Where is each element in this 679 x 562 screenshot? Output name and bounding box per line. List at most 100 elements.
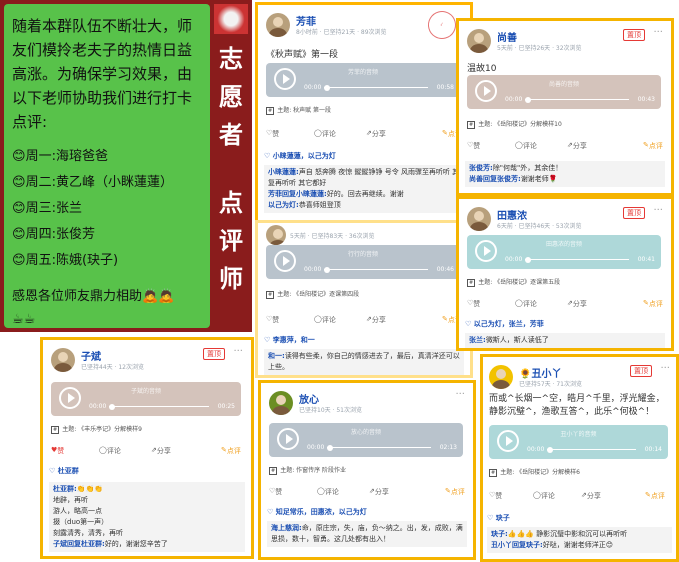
review-button[interactable]: ✎ 点评 xyxy=(442,129,462,138)
comment[interactable]: 游人，略高一点 xyxy=(53,506,241,517)
share-button[interactable]: ⇗ 分享 xyxy=(366,129,386,138)
post-card[interactable]: 子斌 已坚持44天 · 12次浏览 置顶 ··· 子斌的音频 00:00 00:… xyxy=(40,337,254,559)
comment-button[interactable]: ◯ 评论 xyxy=(99,446,121,455)
post-card[interactable]: 田惠浓 6天前 · 已坚持46天 · 53次浏览 置顶 ··· 田惠浓的音频 0… xyxy=(456,196,674,351)
topic-tag[interactable]: # 主题: 《丰乐亭记》分解模样9 xyxy=(51,424,142,434)
comment-button[interactable]: ◯ 评论 xyxy=(533,491,555,500)
progress-handle[interactable] xyxy=(327,445,333,451)
share-button[interactable]: ⇗ 分享 xyxy=(567,141,587,150)
avatar[interactable] xyxy=(467,207,491,231)
avatar[interactable] xyxy=(51,348,75,372)
audio-player[interactable]: 田惠浓的音频 00:00 00:41 xyxy=(467,235,661,269)
share-button[interactable]: ⇗ 分享 xyxy=(581,491,601,500)
avatar[interactable] xyxy=(489,365,513,389)
like-button[interactable]: ♡ 赞 xyxy=(266,129,279,138)
more-icon[interactable]: ··· xyxy=(455,389,465,400)
progress-handle[interactable] xyxy=(547,447,553,453)
comment[interactable]: 尚善回复张俊芳:谢谢老师🌹 xyxy=(469,174,661,185)
comment[interactable]: 丑小丫回复玦子:好哒，谢谢老师洋正😊 xyxy=(491,540,668,551)
more-icon[interactable]: ··· xyxy=(233,346,243,357)
audio-player[interactable]: 放心的音频 00:00 02:13 xyxy=(269,423,463,457)
progress-handle[interactable] xyxy=(109,404,115,410)
username[interactable]: 🌻丑小丫 xyxy=(519,365,561,380)
likes-list: ♡ 李惠萍，和一 xyxy=(264,336,315,344)
topic-tag[interactable]: # 主题: 《岳阳楼记》分解模样10 xyxy=(467,119,562,129)
comment-button[interactable]: ◯ 评论 xyxy=(317,487,339,496)
like-button[interactable]: ♡ 赞 xyxy=(269,487,282,496)
comment[interactable]: 地辟，再听 xyxy=(53,495,241,506)
like-button[interactable]: ♡ 赞 xyxy=(467,141,480,150)
progress-handle[interactable] xyxy=(525,97,531,103)
more-icon[interactable]: ··· xyxy=(660,363,670,374)
audio-player[interactable]: 尚善的音频 00:00 00:43 xyxy=(467,75,661,109)
progress-handle[interactable] xyxy=(525,257,531,263)
progress-handle[interactable] xyxy=(324,85,330,91)
review-button[interactable]: ✎ 点评 xyxy=(643,299,663,308)
post-card[interactable]: 放心 已坚持10天 · 51次浏览 ··· 放心的音频 00:00 02:13 … xyxy=(258,380,476,560)
comment-button[interactable]: ◯ 评论 xyxy=(314,315,336,324)
username[interactable]: 放心 xyxy=(299,391,319,406)
comment[interactable]: 张俊芳:除"何哉"外，其余佳！ xyxy=(469,163,661,174)
share-button[interactable]: ⇗ 分享 xyxy=(366,315,386,324)
review-button[interactable]: ✎ 点评 xyxy=(442,315,462,324)
share-button[interactable]: ⇗ 分享 xyxy=(567,299,587,308)
comment[interactable]: 复再听听 其它都好 xyxy=(268,178,460,189)
avatar[interactable] xyxy=(467,29,491,53)
schedule-item: 😊周一:海瑢爸爸 xyxy=(12,149,108,164)
comment[interactable]: 玦子:👍👍👍 静影沉璧中影和沉可以再听听 xyxy=(491,529,668,540)
post-card[interactable]: 芳菲 8小时前 · 已坚持21天 · 89次浏览 ✓ 《秋声赋》第一段 芳菲的音… xyxy=(255,2,473,227)
username[interactable]: 芳菲 xyxy=(296,13,316,28)
topic-tag[interactable]: # 主题: 秋声赋 第一段 xyxy=(266,105,331,115)
share-button[interactable]: ⇗ 分享 xyxy=(369,487,389,496)
post-meta: 5天前 · 已坚持83天 · 36次浏览 xyxy=(290,233,375,240)
more-icon[interactable]: ··· xyxy=(653,205,663,216)
likes-list: ♡ 玦子 xyxy=(487,514,510,522)
audio-player[interactable]: 丑小丫的音频 00:00 00:14 xyxy=(489,425,668,459)
comment[interactable]: 以己为灯:恭喜师姐登顶 xyxy=(268,200,460,211)
review-button[interactable]: ✎ 点评 xyxy=(445,487,465,496)
comment-button[interactable]: ◯ 评论 xyxy=(314,129,336,138)
topic-tag[interactable]: # 主题: 《岳阳楼记》逐课第四段 xyxy=(266,289,359,299)
avatar[interactable] xyxy=(266,225,286,245)
comment[interactable]: 芳菲回复小睐蓮蓮:好的。回去再继续。谢谢 xyxy=(268,189,460,200)
comment[interactable]: 刻露清秀，清秀，再听 xyxy=(53,528,241,539)
smile-icon: 😊 xyxy=(12,253,26,268)
username[interactable]: 尚善 xyxy=(497,29,517,44)
topic-tag[interactable]: # 主题: 作窗传序 阶段作业 xyxy=(269,465,346,475)
review-button[interactable]: ✎ 点评 xyxy=(221,446,241,455)
comment[interactable]: 掇（duo第一声） xyxy=(53,517,241,528)
like-button[interactable]: ♡ 赞 xyxy=(489,491,502,500)
audio-player[interactable]: 行行的音频 00:00 00:46 xyxy=(266,245,460,279)
audio-player[interactable]: 子斌的音频 00:00 00:25 xyxy=(51,382,241,416)
comment[interactable]: 海上慈润:命，原庄宗，失，庙，负～纳之。出，发，成败，满思损，数十，智勇。这几处… xyxy=(271,523,463,545)
smile-icon: 😊 xyxy=(12,227,26,242)
more-icon[interactable]: ··· xyxy=(653,27,663,38)
notice-line: 以下老师协助我们进行打卡 xyxy=(12,89,193,107)
topic-tag[interactable]: # 主题: 《岳阳楼记》分解模样6 xyxy=(489,467,580,477)
comment-button[interactable]: ◯ 评论 xyxy=(515,299,537,308)
username[interactable]: 田惠浓 xyxy=(497,207,527,222)
comment[interactable]: 张兰:微斯人，斯人读低了 xyxy=(469,335,661,346)
post-card[interactable]: 尚善 5天前 · 已坚持26天 · 32次浏览 置顶 ··· 温故10 尚善的音… xyxy=(456,18,674,196)
share-button[interactable]: ⇗ 分享 xyxy=(151,446,171,455)
post-card[interactable]: 5天前 · 已坚持83天 · 36次浏览 行行的音频 00:00 00:46 #… xyxy=(255,220,473,378)
avatar[interactable] xyxy=(269,391,293,415)
username[interactable]: 子斌 xyxy=(81,348,101,363)
like-button[interactable]: ♥ 赞 xyxy=(51,446,64,455)
review-button[interactable]: ✎ 点评 xyxy=(643,141,663,150)
comment[interactable]: 杜亚群:👏👏👏 xyxy=(53,484,241,495)
audio-player[interactable]: 芳菲的音频 00:00 00:58 xyxy=(266,63,460,97)
like-button[interactable]: ♡ 赞 xyxy=(467,299,480,308)
comment[interactable]: 小睐蓮蓮:声自 怒奔腾 夜惊 鏦鏦铮铮 号令 风雨骤至再听听 其它都好 xyxy=(268,167,460,178)
schedule-item: 😊周二:黄乙峰（小眯蓮蓮） xyxy=(12,175,173,190)
flower-decoration xyxy=(214,4,248,34)
comment-button[interactable]: ◯ 评论 xyxy=(515,141,537,150)
topic-tag[interactable]: # 主题: 《岳阳楼记》逐课第五段 xyxy=(467,277,560,287)
post-card[interactable]: 🌻丑小丫 已坚持57天 · 71次浏览 置顶 ··· 而或^长烟一^空，皓月^千… xyxy=(480,354,679,562)
like-button[interactable]: ♡ 赞 xyxy=(266,315,279,324)
comment[interactable]: 子斌回复杜亚群:好的，谢谢您辛苦了 xyxy=(53,539,241,550)
review-button[interactable]: ✎ 点评 xyxy=(645,491,665,500)
avatar[interactable] xyxy=(266,13,290,37)
comment[interactable]: 和一:读得有些柔，你自己的情感进去了，最后，真清洋还可以上些。 xyxy=(268,351,460,373)
progress-handle[interactable] xyxy=(324,267,330,273)
